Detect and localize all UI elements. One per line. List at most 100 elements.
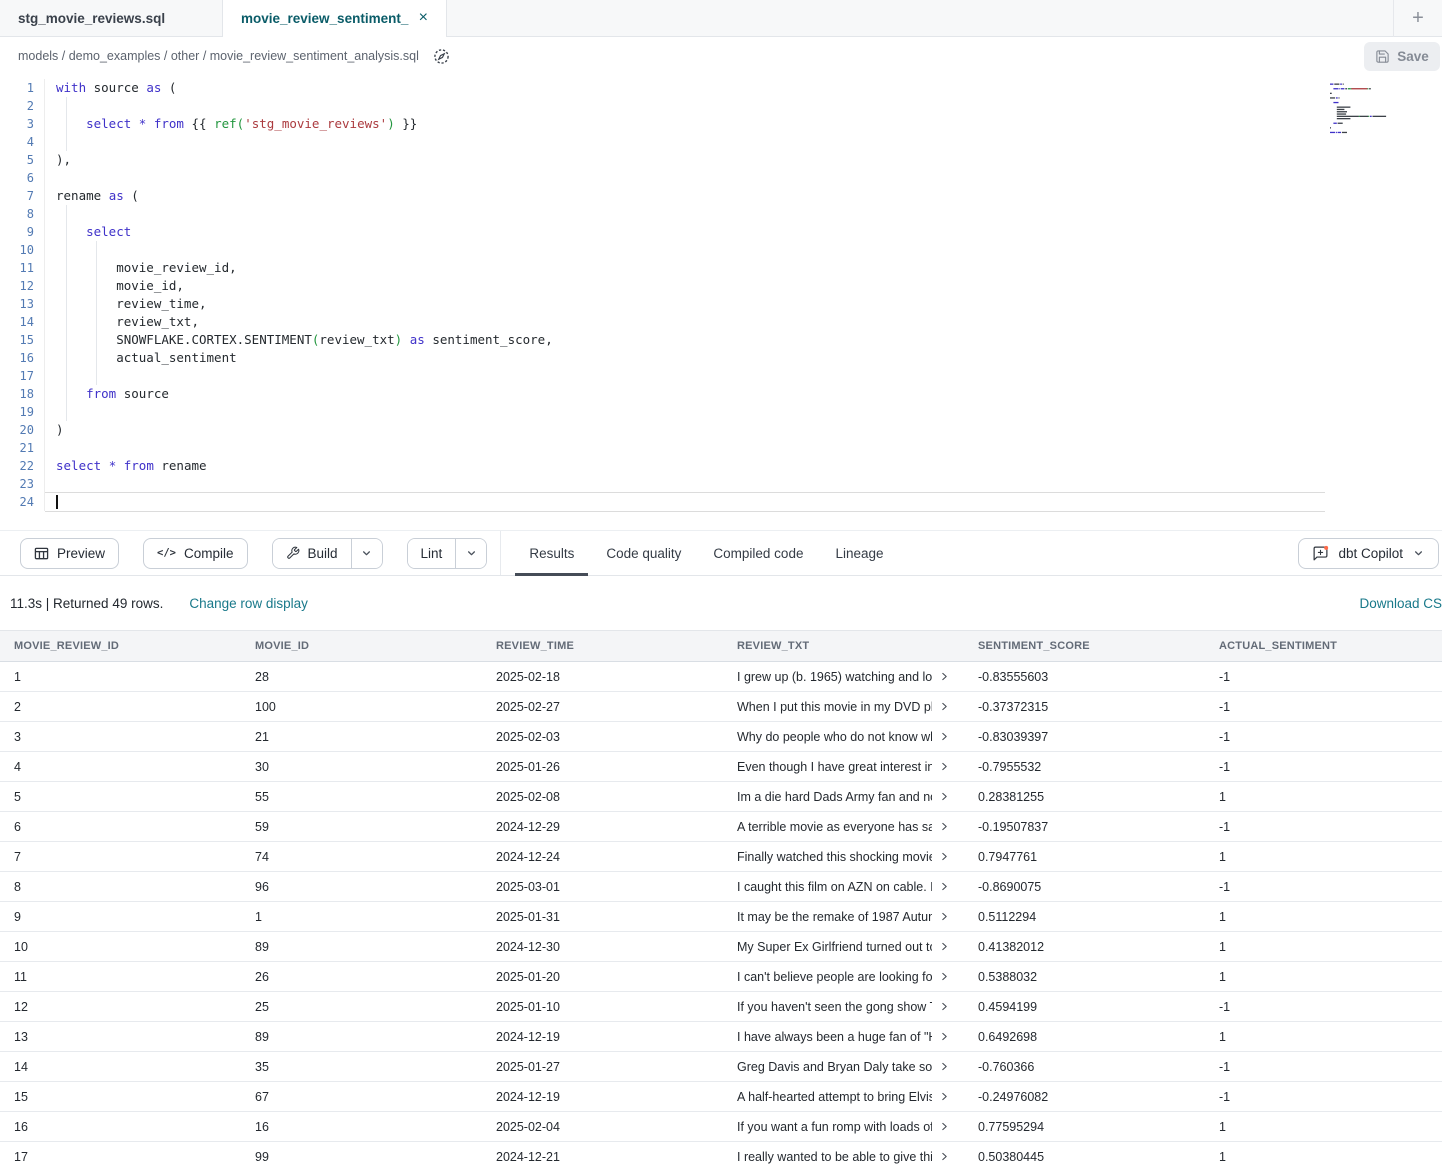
- cell-review-time: 2025-02-27: [482, 692, 723, 721]
- line-number: 22: [0, 457, 45, 475]
- code-line[interactable]: 8: [0, 205, 1442, 223]
- build-button[interactable]: Build: [273, 539, 351, 568]
- cell-movie-review-id: 3: [0, 722, 241, 751]
- expand-row-icon[interactable]: [939, 971, 950, 982]
- code-text: [45, 403, 56, 421]
- code-line[interactable]: 11 movie_review_id,: [0, 259, 1442, 277]
- code-line[interactable]: 1with source as (: [0, 79, 1442, 97]
- code-line[interactable]: 22select * from rename: [0, 457, 1442, 475]
- expand-row-icon[interactable]: [939, 821, 950, 832]
- active-line-highlight: [45, 492, 1325, 512]
- text-cursor: [56, 495, 58, 509]
- code-line[interactable]: 21: [0, 439, 1442, 457]
- cell-movie-id: 59: [241, 812, 482, 841]
- cell-sentiment-score: 0.28381255: [964, 782, 1205, 811]
- table-row: 3212025-02-03Why do people who do not kn…: [0, 722, 1442, 752]
- code-text: [45, 439, 56, 457]
- line-number: 18: [0, 385, 45, 403]
- cell-review-txt: It may be the remake of 1987 Autumn'…: [723, 902, 964, 931]
- dbt-copilot-button[interactable]: dbt Copilot: [1298, 538, 1439, 569]
- code-editor[interactable]: 1with source as (23 select * from {{ ref…: [0, 75, 1442, 530]
- review-text: If you haven't seen the gong show TV s…: [737, 1000, 932, 1014]
- change-row-display-link[interactable]: Change row display: [189, 596, 308, 611]
- lint-options-button[interactable]: [455, 539, 486, 568]
- expand-row-icon[interactable]: [939, 881, 950, 892]
- review-text: Even though I have great interest in Bi…: [737, 760, 932, 774]
- close-tab-icon[interactable]: ×: [419, 10, 428, 26]
- code-text: review_time,: [45, 295, 207, 313]
- cell-movie-review-id: 2: [0, 692, 241, 721]
- code-line[interactable]: 14 review_txt,: [0, 313, 1442, 331]
- line-number: 15: [0, 331, 45, 349]
- table-row: 8962025-03-01I caught this film on AZN o…: [0, 872, 1442, 902]
- code-text: [45, 169, 56, 187]
- cell-movie-review-id: 15: [0, 1082, 241, 1111]
- line-number: 9: [0, 223, 45, 241]
- tab-code-quality[interactable]: Code quality: [590, 531, 697, 575]
- expand-row-icon[interactable]: [939, 911, 950, 922]
- cell-actual-sentiment: 1: [1205, 782, 1442, 811]
- compass-docs-button[interactable]: [429, 43, 455, 69]
- code-line[interactable]: 19: [0, 403, 1442, 421]
- compile-button[interactable]: </> Compile: [143, 538, 248, 569]
- line-number: 2: [0, 97, 45, 115]
- expand-row-icon[interactable]: [939, 731, 950, 742]
- editor-tab-2[interactable]: movie_review_sentiment_…×: [222, 0, 447, 36]
- line-number: 8: [0, 205, 45, 223]
- cell-movie-id: 96: [241, 872, 482, 901]
- expand-row-icon[interactable]: [939, 1091, 950, 1102]
- editor-tab-1[interactable]: stg_movie_reviews.sql: [0, 0, 222, 36]
- cell-movie-review-id: 9: [0, 902, 241, 931]
- code-line[interactable]: 4: [0, 133, 1442, 151]
- file-header-bar: models / demo_examples / other / movie_r…: [0, 37, 1442, 75]
- expand-row-icon[interactable]: [939, 791, 950, 802]
- expand-row-icon[interactable]: [939, 1031, 950, 1042]
- cell-review-time: 2024-12-19: [482, 1082, 723, 1111]
- code-line[interactable]: 17: [0, 367, 1442, 385]
- code-line[interactable]: 16 actual_sentiment: [0, 349, 1442, 367]
- action-bar: Preview </> Compile Build Lint: [0, 530, 1442, 576]
- expand-row-icon[interactable]: [939, 1001, 950, 1012]
- code-line[interactable]: 24: [0, 493, 1442, 511]
- code-line[interactable]: 2: [0, 97, 1442, 115]
- minimap[interactable]: [1330, 83, 1400, 141]
- code-line[interactable]: 6: [0, 169, 1442, 187]
- preview-button[interactable]: Preview: [20, 538, 119, 569]
- code-line[interactable]: 3 select * from {{ ref('stg_movie_review…: [0, 115, 1442, 133]
- save-button[interactable]: Save: [1364, 42, 1440, 71]
- download-csv-link[interactable]: Download CSV: [1359, 596, 1442, 611]
- code-line[interactable]: 13 review_time,: [0, 295, 1442, 313]
- expand-row-icon[interactable]: [939, 941, 950, 952]
- expand-row-icon[interactable]: [939, 851, 950, 862]
- tab-compiled-code[interactable]: Compiled code: [697, 531, 819, 575]
- code-line[interactable]: 12 movie_id,: [0, 277, 1442, 295]
- code-line[interactable]: 5),: [0, 151, 1442, 169]
- review-text: I can't believe people are looking for a…: [737, 970, 932, 984]
- line-number: 3: [0, 115, 45, 133]
- code-line[interactable]: 23: [0, 475, 1442, 493]
- expand-row-icon[interactable]: [939, 701, 950, 712]
- expand-row-icon[interactable]: [939, 1121, 950, 1132]
- code-text: actual_sentiment: [45, 349, 237, 367]
- ide-window: stg_movie_reviews.sqlmovie_review_sentim…: [0, 0, 1442, 1166]
- cell-actual-sentiment: -1: [1205, 722, 1442, 751]
- lint-button[interactable]: Lint: [408, 539, 456, 568]
- expand-row-icon[interactable]: [939, 1061, 950, 1072]
- column-header-review_txt: REVIEW_TXT: [723, 631, 964, 661]
- expand-row-icon[interactable]: [939, 671, 950, 682]
- tab-lineage[interactable]: Lineage: [819, 531, 899, 575]
- expand-row-icon[interactable]: [939, 1151, 950, 1162]
- new-tab-button[interactable]: +: [1394, 7, 1442, 30]
- code-line[interactable]: 7rename as (: [0, 187, 1442, 205]
- code-line[interactable]: 15 SNOWFLAKE.CORTEX.SENTIMENT(review_txt…: [0, 331, 1442, 349]
- table-row: 5552025-02-08Im a die hard Dads Army fan…: [0, 782, 1442, 812]
- code-line[interactable]: 18 from source: [0, 385, 1442, 403]
- tab-results[interactable]: Results: [513, 531, 590, 575]
- cell-sentiment-score: -0.83039397: [964, 722, 1205, 751]
- review-text: I grew up (b. 1965) watching and lovin…: [737, 670, 932, 684]
- build-options-button[interactable]: [351, 539, 382, 568]
- code-line[interactable]: 9 select: [0, 223, 1442, 241]
- code-line[interactable]: 10: [0, 241, 1442, 259]
- expand-row-icon[interactable]: [939, 761, 950, 772]
- code-line[interactable]: 20): [0, 421, 1442, 439]
